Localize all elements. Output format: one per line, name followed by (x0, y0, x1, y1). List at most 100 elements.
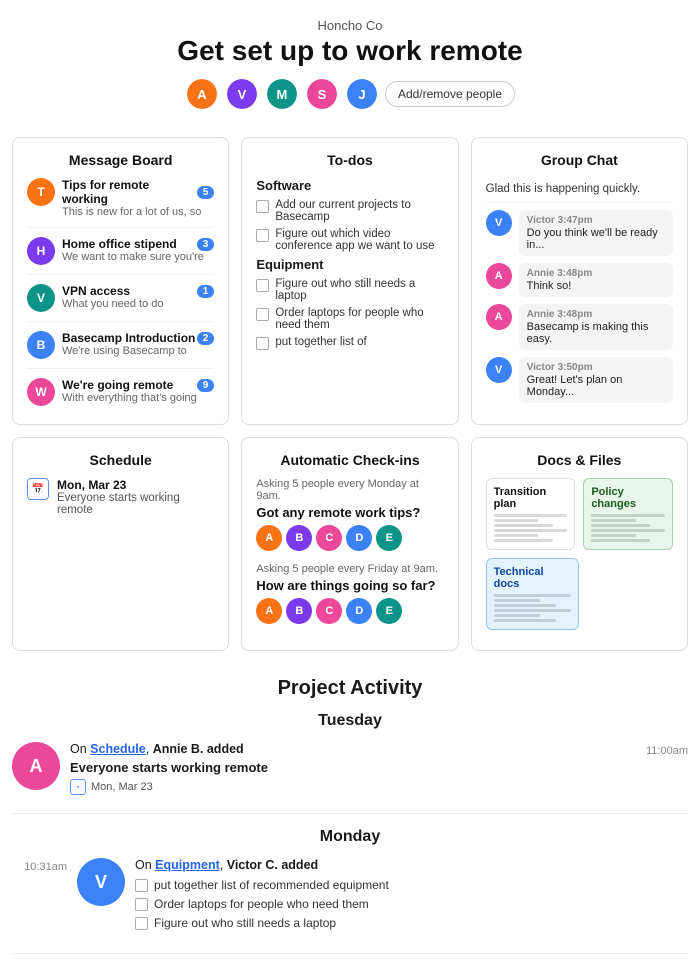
page-header: Honcho Co Get set up to work remote A V … (0, 0, 700, 137)
schedule-desc: Everyone starts working remote (57, 492, 214, 516)
activity-left: A On Schedule, Annie B. added Everyone sta… (12, 742, 623, 795)
mb-content: Tips for remote working5This is new for … (62, 178, 214, 218)
chat-messages: VVictor 3:47pmDo you think we'll be read… (486, 210, 673, 403)
chat-text: Basecamp is making this easy. (527, 321, 665, 345)
day-divider (12, 953, 688, 954)
doc-card[interactable]: Policy changes (583, 478, 673, 550)
doc-lines (591, 514, 665, 542)
activity-link[interactable]: Schedule (90, 742, 146, 756)
message-board-items: TTips for remote working5This is new for… (27, 178, 214, 406)
activity-item-text: Everyone starts working remote (70, 760, 268, 775)
mb-avatar: H (27, 237, 55, 265)
avatar-5: J (345, 77, 379, 111)
add-people-button[interactable]: Add/remove people (385, 81, 515, 107)
doc-lines (494, 514, 568, 542)
mb-item-title: VPN access1 (62, 284, 214, 298)
checkin-freq: Asking 5 people every Friday at 9am. (256, 563, 443, 575)
message-board-item[interactable]: VVPN access1What you need to do (27, 284, 214, 322)
mb-avatar: B (27, 331, 55, 359)
activity-avatar: A (12, 742, 60, 790)
chat-first-message: Glad this is happening quickly. (486, 178, 673, 203)
chat-message: VVictor 3:50pmGreat! Let's plan on Monda… (486, 357, 673, 403)
doc-lines (494, 594, 572, 622)
todo-checkbox[interactable] (256, 279, 269, 292)
checkin-avatars: ABCDE (256, 525, 443, 551)
todo-checkbox[interactable] (256, 308, 269, 321)
message-board-item[interactable]: TTips for remote working5This is new for… (27, 178, 214, 228)
activity-days: Tuesday A On Schedule, Annie B. added Every… (12, 712, 688, 954)
message-board-item[interactable]: BBasecamp Introduction2We're using Basec… (27, 331, 214, 369)
activity-time: 10:31am (12, 858, 67, 873)
panels-bottom-row: Schedule 📅Mon, Mar 23Everyone starts wor… (0, 437, 700, 663)
mb-content: We're going remote9With everything that'… (62, 378, 214, 404)
chat-bubble: Annie 3:48pmBasecamp is making this easy… (519, 304, 673, 350)
activity-content: On Schedule, Annie B. added Everyone star… (70, 742, 268, 795)
message-board-item[interactable]: W We're going remote9With everything that… (27, 378, 214, 406)
mb-badge: 9 (197, 379, 215, 392)
checkin-avatar: C (316, 525, 342, 551)
chat-bubble: Annie 3:48pmThink so! (519, 263, 673, 297)
mb-item-title: Basecamp Introduction2 (62, 331, 214, 345)
checkin-avatar: E (376, 525, 402, 551)
activity-todo-text: put together list of recommended equipme… (154, 878, 389, 892)
checkin-avatar: D (346, 598, 372, 624)
message-board-title: Message Board (27, 152, 214, 168)
activity-date-text: Mon, Mar 23 (91, 781, 153, 793)
checkin-avatar: E (376, 598, 402, 624)
activity-time: 11:00am (633, 742, 688, 757)
activity-header: On Schedule, Annie B. added (70, 742, 268, 756)
group-chat-title: Group Chat (486, 152, 673, 168)
mb-item-desc: With everything that's going (62, 392, 214, 404)
todo-item: Figure out who still needs a laptop (256, 278, 443, 302)
activity-row: A On Schedule, Annie B. added Everyone sta… (12, 742, 688, 795)
todo-checkbox[interactable] (256, 200, 269, 213)
doc-title: Policy changes (591, 486, 665, 510)
todos-panel: To-dos SoftwareAdd our current projects … (241, 137, 458, 425)
todo-section-title: Software (256, 178, 443, 193)
todo-section-title: Equipment (256, 257, 443, 272)
day-label: Tuesday (12, 712, 688, 730)
chat-message: AAnnie 3:48pmThink so! (486, 263, 673, 297)
chat-text: Great! Let's plan on Monday... (527, 374, 665, 398)
doc-card[interactable]: Transition plan (486, 478, 576, 550)
checkin-question: Got any remote work tips? (256, 505, 443, 520)
day-divider (12, 813, 688, 814)
mb-item-title: Home office stipend3 (62, 237, 214, 251)
schedule-date: Mon, Mar 23 (57, 478, 214, 492)
checkin-question: How are things going so far? (256, 578, 443, 593)
mb-avatar: W (27, 378, 55, 406)
chat-bubble: Victor 3:50pmGreat! Let's plan on Monday… (519, 357, 673, 403)
mb-item-title: We're going remote9 (62, 378, 214, 392)
message-board-panel: Message Board TTips for remote working5T… (12, 137, 229, 425)
todo-item: Figure out which video conference app we… (256, 228, 443, 252)
chat-avatar: V (486, 210, 512, 236)
chat-avatar: A (486, 304, 512, 330)
message-board-item[interactable]: HHome office stipend3We want to make sur… (27, 237, 214, 275)
auto-checkins-title: Automatic Check-ins (256, 452, 443, 468)
checkin-avatar: A (256, 598, 282, 624)
activity-header: On Equipment, Victor C. added (135, 858, 688, 872)
activity-link[interactable]: Equipment (155, 858, 220, 872)
activity-todo-row: Order laptops for people who need them (135, 897, 688, 911)
activity-title: Project Activity (12, 677, 688, 700)
docs-grid: Transition plan Policy changes Technical d… (486, 478, 673, 630)
todo-checkbox[interactable] (256, 337, 269, 350)
activity-todo-checkbox[interactable] (135, 879, 148, 892)
activity-avatar: V (77, 858, 125, 906)
doc-card[interactable]: Technical docs (486, 558, 580, 630)
docs-panel: Docs & Files Transition planPolicy chang… (471, 437, 688, 651)
todos-title: To-dos (256, 152, 443, 168)
avatar-4: S (305, 77, 339, 111)
todo-item: Order laptops for people who need them (256, 307, 443, 331)
checkin-avatar: D (346, 525, 372, 551)
activity-todo-checkbox[interactable] (135, 898, 148, 911)
page-title: Get set up to work remote (0, 35, 700, 67)
chat-message: A Annie 3:48pmBasecamp is making this eas… (486, 304, 673, 350)
todo-item: put together list of (256, 336, 443, 350)
activity-todo-checkbox[interactable] (135, 917, 148, 930)
activity-todo-row: Figure out who still needs a laptop (135, 916, 688, 930)
group-chat-panel: Group Chat Glad this is happening quickl… (471, 137, 688, 425)
chat-message: VVictor 3:47pmDo you think we'll be read… (486, 210, 673, 256)
activity-content: On Equipment, Victor C. added put togethe… (135, 858, 688, 935)
todo-checkbox[interactable] (256, 229, 269, 242)
